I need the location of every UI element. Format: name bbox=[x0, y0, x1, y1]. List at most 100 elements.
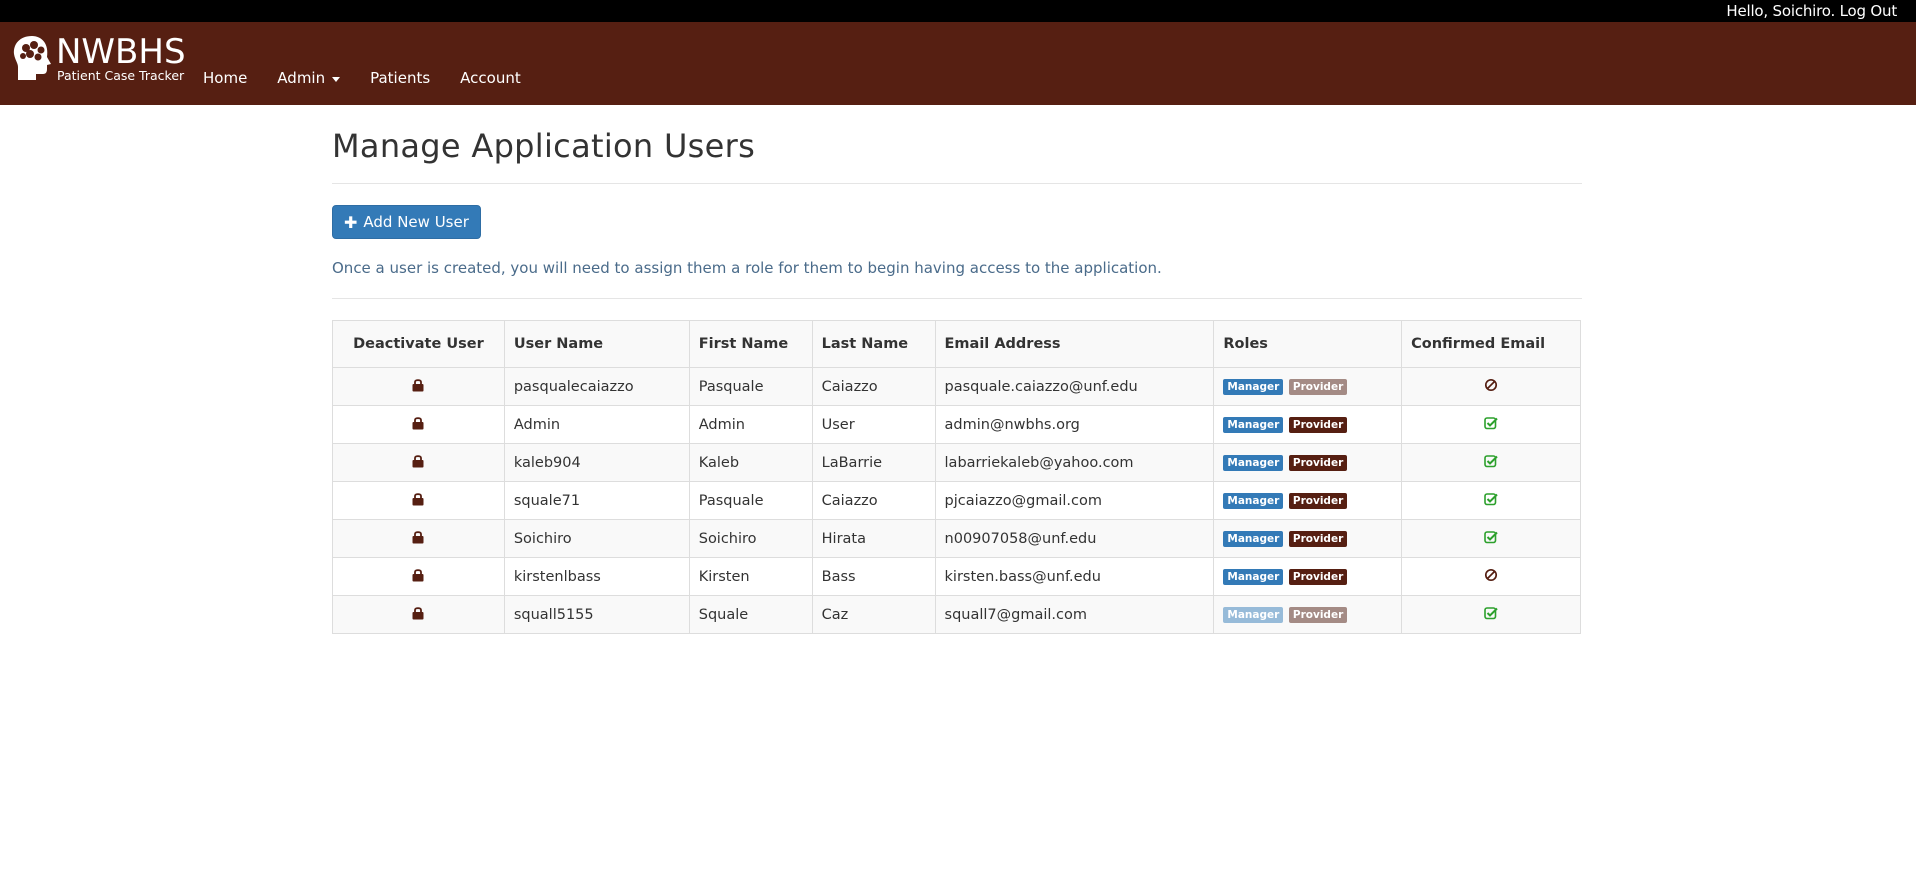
last-name-cell: Caiazzo bbox=[811, 481, 936, 520]
nav-home[interactable]: Home bbox=[203, 69, 247, 87]
provider-role-badge[interactable]: Provider bbox=[1288, 607, 1348, 623]
logout-link[interactable]: Log Out bbox=[1840, 2, 1898, 20]
roles-cell: Manager Provider bbox=[1213, 367, 1403, 406]
manager-role-badge[interactable]: Manager bbox=[1223, 417, 1284, 433]
manager-role-badge[interactable]: Manager bbox=[1223, 493, 1284, 509]
last-name-cell: User bbox=[811, 405, 936, 444]
username-cell: pasqualecaiazzo bbox=[503, 367, 690, 406]
nav-admin-label: Admin bbox=[277, 69, 326, 87]
users-table: Deactivate User User Name First Name Las… bbox=[332, 320, 1581, 634]
lock-icon[interactable] bbox=[411, 492, 425, 510]
check-square-icon bbox=[1484, 454, 1498, 472]
provider-role-badge[interactable]: Provider bbox=[1288, 417, 1348, 433]
last-name-cell: Caiazzo bbox=[811, 367, 936, 406]
table-row: kirstenlbass Kirsten Bass kirsten.bass@unf.… bbox=[332, 557, 1581, 596]
confirmed-email-cell bbox=[1401, 405, 1581, 444]
brand-logo[interactable]: NWBHS Patient Case Tracker bbox=[12, 34, 186, 83]
ban-icon bbox=[1484, 378, 1498, 396]
roles-cell: Manager Provider bbox=[1213, 443, 1403, 482]
roles-cell: Manager Provider bbox=[1213, 519, 1403, 558]
username-cell: Soichiro bbox=[503, 519, 690, 558]
manager-role-badge[interactable]: Manager bbox=[1223, 569, 1284, 585]
confirmed-email-cell bbox=[1401, 367, 1581, 406]
manager-role-badge[interactable]: Manager bbox=[1223, 455, 1284, 471]
manager-role-badge[interactable]: Manager bbox=[1223, 379, 1284, 395]
roles-cell: Manager Provider bbox=[1213, 405, 1403, 444]
manager-role-badge[interactable]: Manager bbox=[1223, 531, 1284, 547]
roles-cell: Manager Provider bbox=[1213, 595, 1403, 634]
main-content: Manage Application Users ✚ Add New User … bbox=[332, 105, 1582, 634]
confirmed-email-cell bbox=[1401, 443, 1581, 482]
first-name-cell: Pasquale bbox=[688, 367, 813, 406]
provider-role-badge[interactable]: Provider bbox=[1288, 455, 1348, 471]
table-row: Soichiro Soichiro Hirata n00907058@unf.edu M… bbox=[332, 519, 1581, 558]
email-cell: kirsten.bass@unf.edu bbox=[934, 557, 1215, 596]
first-name-cell: Squale bbox=[688, 595, 813, 634]
main-nav: Home Admin Patients Account bbox=[203, 69, 551, 87]
first-name-cell: Soichiro bbox=[688, 519, 813, 558]
first-name-cell: Kirsten bbox=[688, 557, 813, 596]
username-cell: squale71 bbox=[503, 481, 690, 520]
table-row: squall5155 Squale Caz squall7@gmail.com Mana… bbox=[332, 595, 1581, 634]
first-name-cell: Kaleb bbox=[688, 443, 813, 482]
users-table-body: pasqualecaiazzo Pasquale Caiazzo pasquale.c… bbox=[332, 367, 1581, 634]
email-cell: pasquale.caiazzo@unf.edu bbox=[934, 367, 1215, 406]
check-square-icon bbox=[1484, 416, 1498, 434]
header-deactivate-user: Deactivate User bbox=[332, 320, 505, 368]
check-square-icon bbox=[1484, 492, 1498, 510]
username-cell: squall5155 bbox=[503, 595, 690, 634]
brand-subtitle: Patient Case Tracker bbox=[57, 68, 185, 83]
lock-icon[interactable] bbox=[411, 454, 425, 472]
lock-icon[interactable] bbox=[411, 416, 425, 434]
deactivate-cell bbox=[332, 405, 505, 444]
confirmed-email-cell bbox=[1401, 481, 1581, 520]
first-name-cell: Pasquale bbox=[688, 481, 813, 520]
ban-icon bbox=[1484, 568, 1498, 586]
lock-icon[interactable] bbox=[411, 606, 425, 624]
email-cell: squall7@gmail.com bbox=[934, 595, 1215, 634]
email-cell: pjcaiazzo@gmail.com bbox=[934, 481, 1215, 520]
nav-patients[interactable]: Patients bbox=[370, 69, 430, 87]
manager-role-badge[interactable]: Manager bbox=[1223, 607, 1284, 623]
lock-icon[interactable] bbox=[411, 378, 425, 396]
brain-head-icon bbox=[13, 36, 52, 80]
first-name-cell: Admin bbox=[688, 405, 813, 444]
nav-patients-label: Patients bbox=[370, 69, 431, 87]
header-confirmed-email: Confirmed Email bbox=[1401, 320, 1581, 368]
table-row: squale71 Pasquale Caiazzo pjcaiazzo@gmail.c… bbox=[332, 481, 1581, 520]
deactivate-cell bbox=[332, 595, 505, 634]
provider-role-badge[interactable]: Provider bbox=[1288, 531, 1348, 547]
provider-role-badge[interactable]: Provider bbox=[1288, 379, 1348, 395]
nav-account[interactable]: Account bbox=[460, 69, 521, 87]
divider bbox=[332, 183, 1582, 184]
nav-admin-dropdown[interactable]: Admin bbox=[277, 69, 341, 87]
divider bbox=[332, 298, 1582, 299]
provider-role-badge[interactable]: Provider bbox=[1288, 569, 1348, 585]
nav-account-label: Account bbox=[460, 69, 521, 87]
confirmed-email-cell bbox=[1401, 557, 1581, 596]
user-info: Hello, Soichiro. Log Out bbox=[1726, 2, 1897, 20]
roles-cell: Manager Provider bbox=[1213, 557, 1403, 596]
check-square-icon bbox=[1484, 606, 1498, 624]
table-row: pasqualecaiazzo Pasquale Caiazzo pasquale.c… bbox=[332, 367, 1581, 406]
header-last-name: Last Name bbox=[811, 320, 936, 368]
header-first-name: First Name bbox=[688, 320, 813, 368]
confirmed-email-cell bbox=[1401, 519, 1581, 558]
last-name-cell: Bass bbox=[811, 557, 936, 596]
table-row: kaleb904 Kaleb LaBarrie labarriekaleb@yahoo… bbox=[332, 443, 1581, 482]
username-cell: kaleb904 bbox=[503, 443, 690, 482]
last-name-cell: Hirata bbox=[811, 519, 936, 558]
username-cell: kirstenlbass bbox=[503, 557, 690, 596]
brand-title: NWBHS bbox=[56, 32, 186, 72]
username-cell: Admin bbox=[503, 405, 690, 444]
deactivate-cell bbox=[332, 519, 505, 558]
add-new-user-button[interactable]: ✚ Add New User bbox=[332, 205, 481, 239]
role-hint-text: Once a user is created, you will need to… bbox=[332, 259, 1162, 277]
brand-text: NWBHS Patient Case Tracker bbox=[56, 34, 186, 83]
provider-role-badge[interactable]: Provider bbox=[1288, 493, 1348, 509]
lock-icon[interactable] bbox=[411, 530, 425, 548]
roles-cell: Manager Provider bbox=[1213, 481, 1403, 520]
greeting-text: Hello, Soichiro. bbox=[1726, 2, 1836, 20]
lock-icon[interactable] bbox=[411, 568, 425, 586]
caret-down-icon bbox=[332, 76, 341, 82]
